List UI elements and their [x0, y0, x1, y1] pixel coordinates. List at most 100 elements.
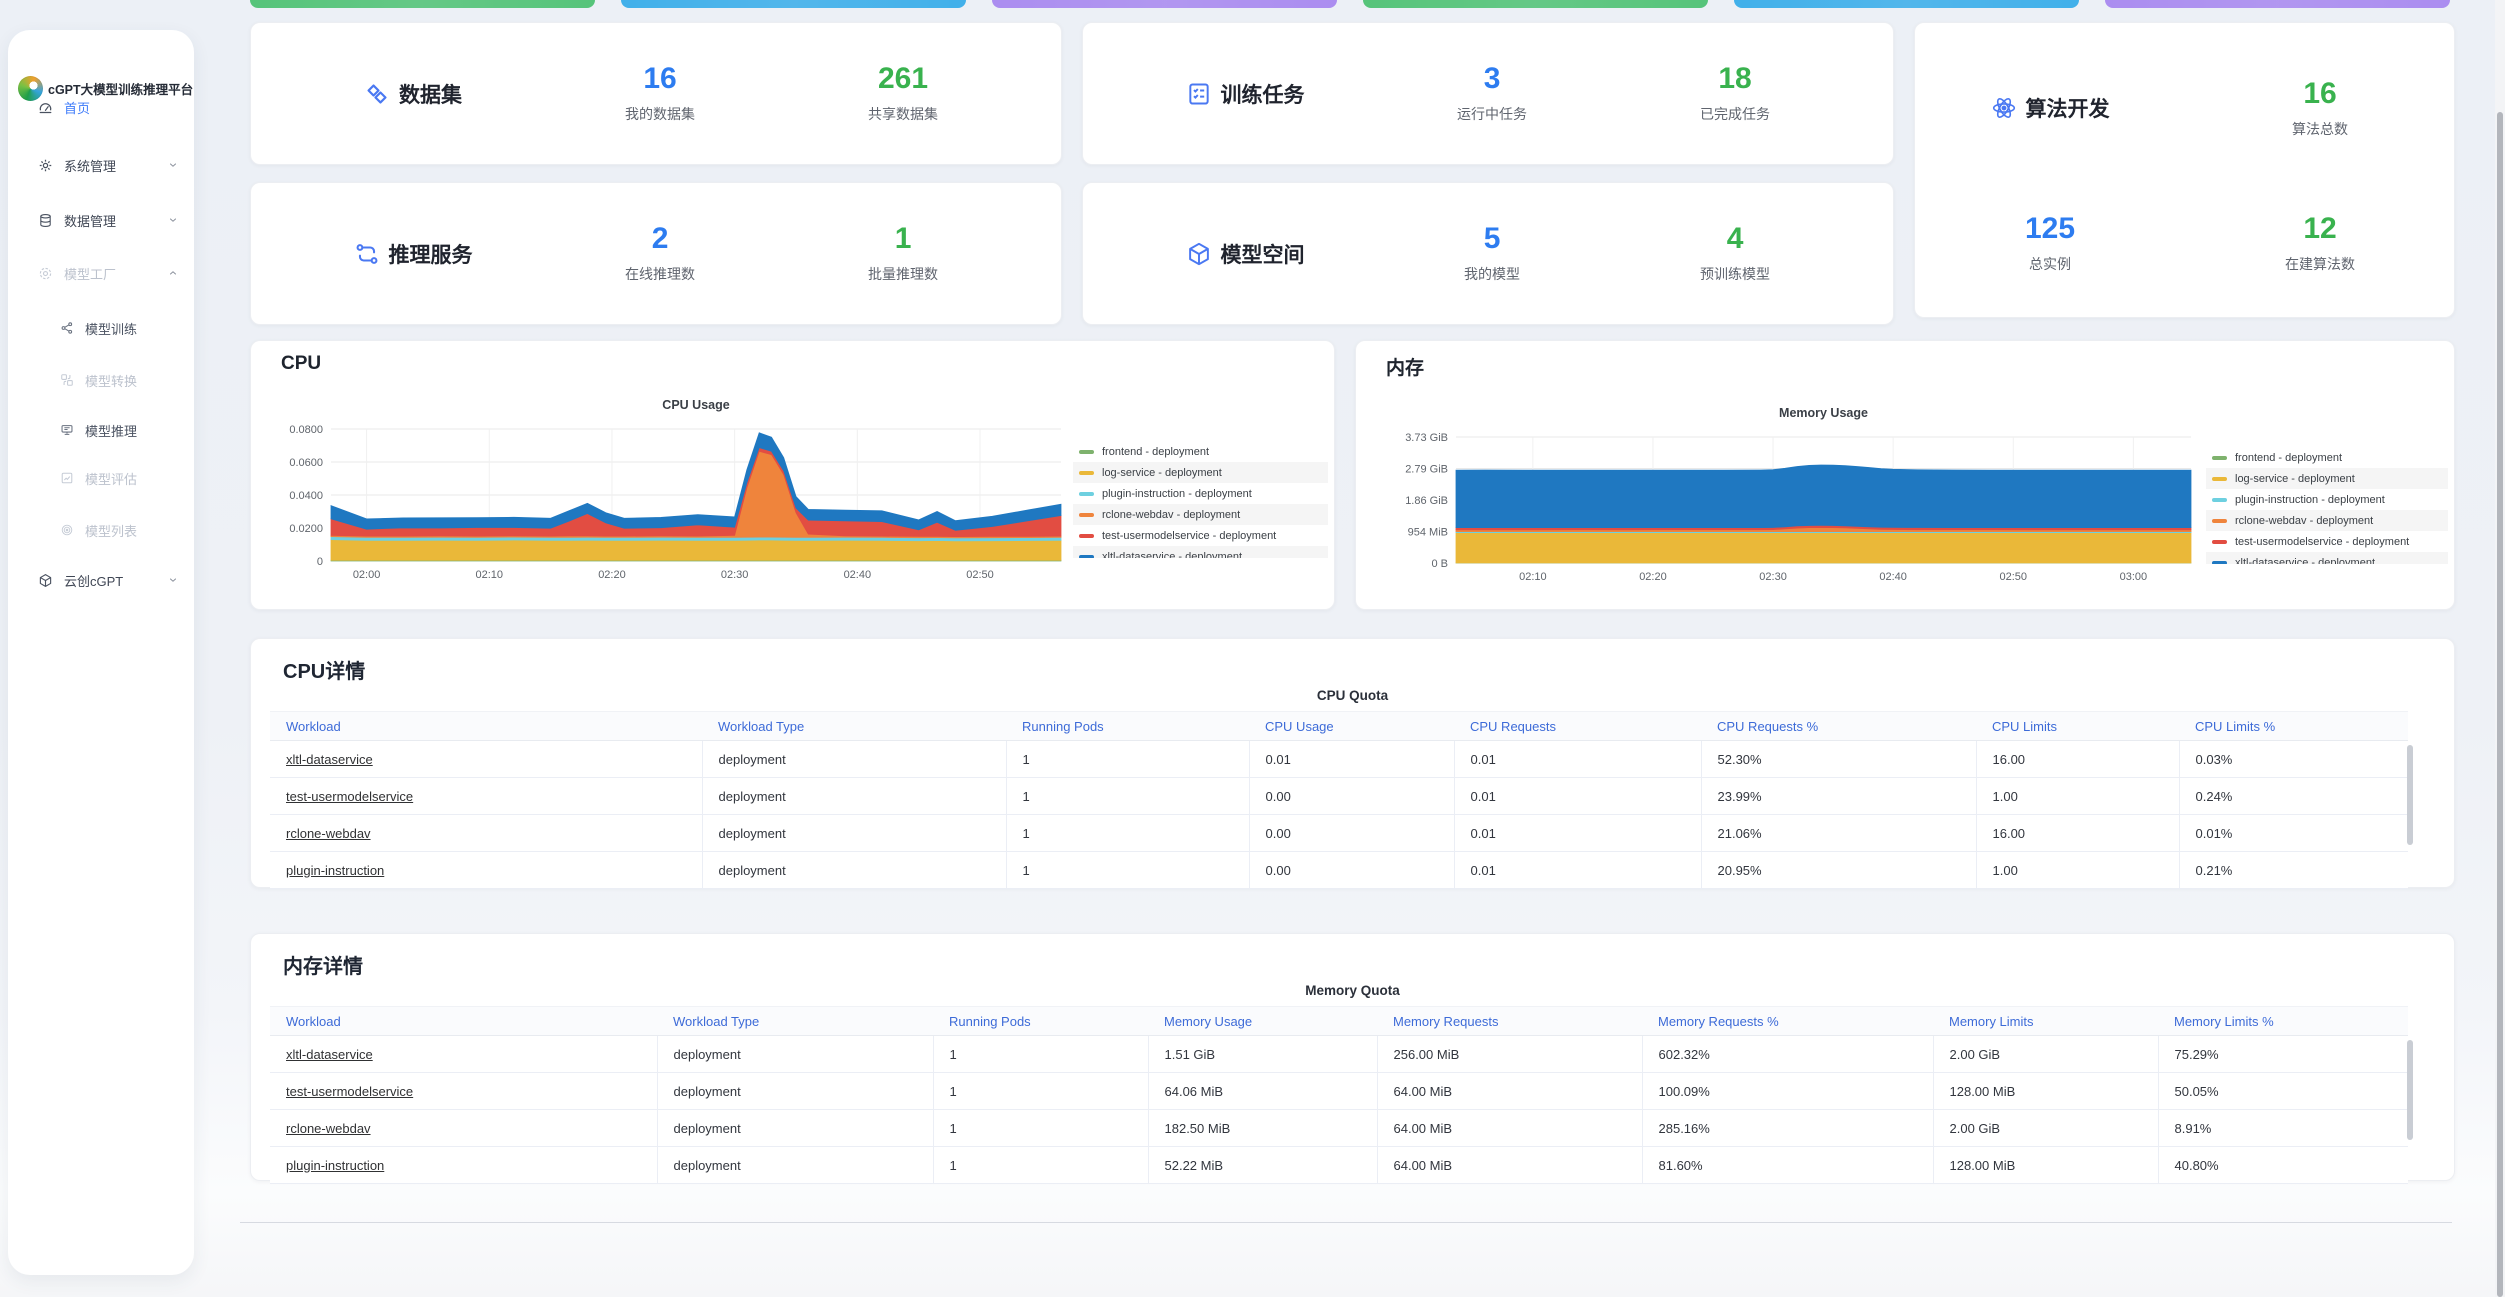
legend-marker-icon [2212, 519, 2227, 523]
sidebar-item-model-factory[interactable]: 模型工厂 [8, 260, 194, 286]
stat-label: 总实例 [2029, 254, 2071, 274]
legend-label: plugin-instruction - deployment [1102, 488, 1252, 500]
sidebar-item-model-evaluation[interactable]: 模型评估 [8, 465, 194, 491]
stat-value: 3 [1484, 63, 1501, 95]
table-cell: 0.01 [1454, 852, 1701, 889]
legend-label: frontend - deployment [1102, 446, 1209, 458]
stat-card-title: 算法开发 [1991, 93, 2110, 123]
workload-link[interactable]: rclone-webdav [286, 1121, 371, 1136]
workload-link[interactable]: plugin-instruction [286, 863, 384, 878]
legend-item-log-service-deployment[interactable]: log-service - deployment [1073, 462, 1328, 483]
table-scrollbar-thumb[interactable] [2407, 745, 2413, 845]
legend-item-test-usermodelservice-deployment[interactable]: test-usermodelservice - deployment [1073, 525, 1328, 546]
workload-link[interactable]: test-usermodelservice [286, 789, 413, 804]
svg-text:0: 0 [317, 556, 323, 568]
table-cell: deployment [657, 1036, 933, 1073]
svg-text:02:50: 02:50 [1999, 571, 2027, 583]
chart-title: Memory Usage [1779, 406, 1868, 420]
gauge-icon [38, 100, 53, 115]
sidebar-item-model-conversion[interactable]: 模型转换 [8, 367, 194, 393]
legend-item-plugin-instruction-deployment[interactable]: plugin-instruction - deployment [1073, 483, 1328, 504]
table-cell: deployment [657, 1147, 933, 1184]
table-cell: plugin-instruction [270, 852, 702, 889]
workload-link[interactable]: plugin-instruction [286, 1158, 384, 1173]
table-cell: 0.24% [2179, 778, 2408, 815]
legend-item-xltl-dataservice-deployment[interactable]: xltl-dataservice - deployment [1073, 546, 1328, 558]
table-row: xltl-dataservicedeployment11.51 GiB256.0… [270, 1036, 2408, 1073]
workload-link[interactable]: rclone-webdav [286, 826, 371, 841]
table-cell: rclone-webdav [270, 815, 702, 852]
stat-card-title: 模型空间 [1186, 239, 1305, 269]
stat-value: 12 [2303, 213, 2336, 245]
stat-card-title-text: 训练任务 [1221, 79, 1305, 109]
workload-link[interactable]: xltl-dataservice [286, 1047, 373, 1062]
table-cell: 128.00 MiB [1933, 1073, 2158, 1110]
chevron-down-icon [168, 215, 178, 225]
sidebar-item-model-inference[interactable]: 模型推理 [8, 417, 194, 443]
svg-text:0.0400: 0.0400 [289, 490, 323, 502]
table-cell: 23.99% [1701, 778, 1976, 815]
sidebar-item-label: 模型评估 [85, 469, 137, 488]
legend-item-xltl-dataservice-deployment[interactable]: xltl-dataservice - deployment [2206, 552, 2448, 564]
stat-: 12 在建算法数 [2285, 213, 2355, 274]
table-cell: 2.00 GiB [1933, 1110, 2158, 1147]
table-cell: rclone-webdav [270, 1110, 657, 1147]
table-cell: 0.01 [1454, 815, 1701, 852]
stat-value: 261 [878, 63, 928, 95]
legend-item-frontend-deployment[interactable]: frontend - deployment [1073, 441, 1328, 462]
legend-item-log-service-deployment[interactable]: log-service - deployment [2206, 468, 2448, 489]
legend-marker-icon [2212, 477, 2227, 481]
sidebar-item-home[interactable]: 首页 [8, 94, 194, 120]
legend-label: xltl-dataservice - deployment [1102, 551, 1242, 559]
stat-value: 5 [1484, 223, 1501, 255]
dataset-icon [364, 81, 390, 107]
inference-icon [60, 423, 74, 437]
legend-marker-icon [2212, 540, 2227, 544]
legend-item-frontend-deployment[interactable]: frontend - deployment [2206, 447, 2448, 468]
table-scrollbar-thumb[interactable] [2407, 1040, 2413, 1140]
stat-label: 在建算法数 [2285, 254, 2355, 274]
table-cell: xltl-dataservice [270, 741, 702, 778]
table-cell: test-usermodelservice [270, 1073, 657, 1110]
stat-label: 我的模型 [1464, 264, 1520, 284]
legend-item-rclone-webdav-deployment[interactable]: rclone-webdav - deployment [1073, 504, 1328, 525]
legend-marker-icon [1079, 471, 1094, 475]
stat-: 16 我的数据集 [625, 63, 695, 124]
table-cell: xltl-dataservice [270, 1036, 657, 1073]
sidebar-item-cloud-cgpt[interactable]: 云创cGPT [8, 567, 194, 593]
sidebar-item-system-management[interactable]: 系统管理 [8, 152, 194, 178]
stat-: 5 我的模型 [1464, 223, 1520, 284]
table-cell: 285.16% [1642, 1110, 1933, 1147]
table-cell: 0.00 [1249, 778, 1454, 815]
stat-: 3运行中任务 [1457, 63, 1527, 124]
stat-: 2在线推理数 [625, 223, 695, 284]
stat-value: 16 [643, 63, 676, 95]
table-cell: 75.29% [2158, 1036, 2408, 1073]
sidebar-item-model-list[interactable]: 模型列表 [8, 517, 194, 543]
column-header-memory-limits: Memory Limits [1933, 1007, 2158, 1036]
legend-item-plugin-instruction-deployment[interactable]: plugin-instruction - deployment [2206, 489, 2448, 510]
legend-label: test-usermodelservice - deployment [2235, 536, 2409, 548]
table-cell: 1 [933, 1073, 1148, 1110]
stat-: 1批量推理数 [868, 223, 938, 284]
sidebar-item-model-training[interactable]: 模型训练 [8, 315, 194, 341]
partial-card [2105, 0, 2450, 8]
legend-label: test-usermodelservice - deployment [1102, 530, 1276, 542]
page-scrollbar-thumb[interactable] [2497, 112, 2503, 1297]
sidebar-item-data-management[interactable]: 数据管理 [8, 207, 194, 233]
workload-link[interactable]: xltl-dataservice [286, 752, 373, 767]
stat-label: 已完成任务 [1700, 104, 1770, 124]
stat-card-title-text: 数据集 [399, 79, 462, 109]
svg-text:02:10: 02:10 [1519, 571, 1547, 583]
column-header-cpu-requests: CPU Requests % [1701, 712, 1976, 741]
table-row: plugin-instructiondeployment10.000.0120.… [270, 852, 2408, 889]
legend-item-test-usermodelservice-deployment[interactable]: test-usermodelservice - deployment [2206, 531, 2448, 552]
legend-item-rclone-webdav-deployment[interactable]: rclone-webdav - deployment [2206, 510, 2448, 531]
stat-label: 我的数据集 [625, 104, 695, 124]
column-header-running-pods: Running Pods [1006, 712, 1249, 741]
legend-marker-icon [1079, 450, 1094, 454]
workload-link[interactable]: test-usermodelservice [286, 1084, 413, 1099]
table-cell: 1 [1006, 815, 1249, 852]
dashboard-page: cGPT大模型训练推理平台 首页系统管理数据管理模型工厂模型训练模型转换模型推理… [0, 0, 2505, 1297]
stat-label: 共享数据集 [868, 104, 938, 124]
